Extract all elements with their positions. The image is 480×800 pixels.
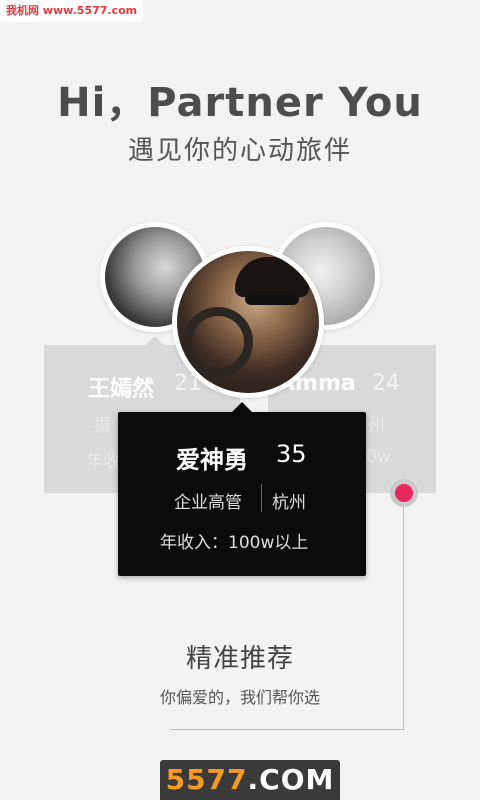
profile-job: 摄: [94, 416, 111, 436]
featured-city: 杭州: [272, 493, 306, 513]
watermark-top: 我机网 www.5577.com: [0, 0, 144, 22]
watermark-bottom: 5577.COM: [160, 760, 340, 800]
watermark-domain: .COM: [247, 763, 335, 796]
profile-card-featured[interactable]: 爱神勇 35 企业高管 杭州 年收入：100w以上: [118, 412, 366, 576]
watermark-number: 5577: [165, 763, 248, 796]
featured-age: 35: [276, 440, 307, 468]
sunglasses-shape: [245, 291, 299, 305]
card-pointer-left: [146, 336, 164, 345]
profile-name: 王嫣然: [88, 377, 155, 402]
featured-income: 年收入：100w以上: [160, 533, 309, 553]
profile-income: 年收: [86, 452, 120, 472]
profile-age: 24: [372, 371, 400, 396]
profile-city: 州: [368, 416, 385, 436]
connector-line-horizontal: [170, 729, 404, 730]
hero-title: Hi，Partner You: [57, 80, 423, 126]
hero-subtitle: 遇见你的心动旅伴: [127, 136, 352, 166]
card-pointer-featured: [232, 402, 252, 412]
profile-income: 0w: [366, 447, 391, 467]
featured-name: 爱神勇: [176, 446, 248, 474]
steering-wheel-shape: [183, 307, 253, 377]
avatar-featured[interactable]: [172, 246, 324, 398]
feature-description: 你偏爱的，我们帮你选: [159, 688, 320, 707]
feature-title: 精准推荐: [185, 644, 294, 674]
divider: [261, 484, 262, 512]
indicator-dot[interactable]: [390, 479, 418, 507]
featured-job: 企业高管: [174, 493, 242, 513]
